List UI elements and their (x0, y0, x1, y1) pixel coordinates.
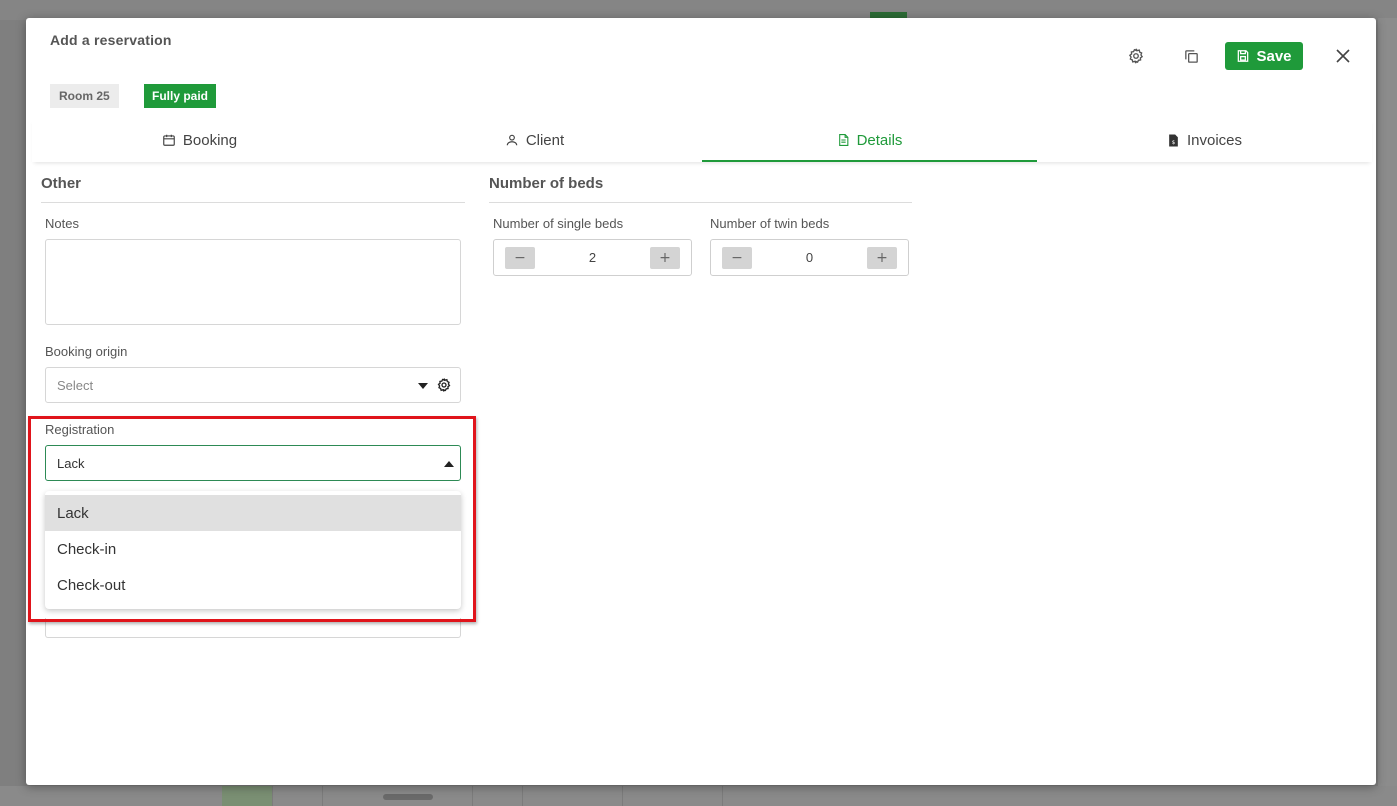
background-grid-cell (622, 786, 623, 806)
twin-beds-value[interactable]: 0 (806, 250, 813, 265)
obscured-field (45, 618, 461, 638)
option-check-out[interactable]: Check-out (45, 567, 461, 603)
option-lack[interactable]: Lack (45, 495, 461, 531)
background-grid-cell (322, 786, 323, 806)
registration-label: Registration (45, 422, 115, 437)
twin-beds-increment-button[interactable]: + (866, 246, 897, 269)
notes-textarea[interactable] (45, 239, 461, 325)
reservation-modal: Add a reservation Save Room 25 Fully pai… (26, 18, 1376, 785)
background-grid-cell (522, 786, 523, 806)
section-divider (41, 202, 465, 203)
tab-invoices-label: Invoices (1186, 131, 1243, 149)
horizontal-scrollbar[interactable] (383, 794, 433, 800)
section-divider (489, 202, 912, 203)
tab-booking-label: Booking (182, 131, 238, 149)
twin-beds-decrement-button[interactable]: − (722, 246, 752, 269)
booking-origin-select[interactable]: Select (45, 367, 461, 403)
caret-up-icon (444, 461, 454, 467)
save-button-label: Save (1256, 47, 1292, 65)
booking-origin-label: Booking origin (45, 344, 128, 359)
booking-origin-placeholder: Select (57, 377, 94, 393)
close-icon[interactable] (1333, 46, 1353, 66)
payment-status-badge: Fully paid (144, 84, 217, 108)
invoice-icon: $ (1169, 134, 1178, 146)
single-beds-label: Number of single beds (493, 216, 624, 231)
copy-icon[interactable] (1181, 46, 1201, 66)
document-icon (838, 134, 848, 146)
registration-dropdown-menu: Lack Check-in Check-out (45, 491, 461, 609)
modal-title: Add a reservation (50, 32, 172, 48)
background-grid-cell (272, 786, 273, 806)
settings-gear-icon[interactable] (1126, 46, 1146, 66)
background-calendar-footer (0, 786, 1397, 806)
single-beds-decrement-button[interactable]: − (505, 246, 535, 269)
notes-label: Notes (45, 216, 79, 231)
background-grid-cell (722, 786, 723, 806)
section-title-other: Other (41, 175, 82, 192)
background-toolbar (0, 0, 1397, 20)
user-icon (506, 134, 518, 146)
twin-beds-stepper: − 0 + (710, 239, 909, 276)
background-calendar-edge (1378, 18, 1397, 788)
gear-icon[interactable] (436, 377, 452, 393)
calendar-icon (163, 134, 175, 146)
svg-text:$: $ (1172, 139, 1175, 145)
background-grid-cell (472, 786, 473, 806)
save-button[interactable]: Save (1225, 42, 1303, 70)
twin-beds-label: Number of twin beds (710, 216, 830, 231)
tab-bar: Booking Client Details $ Invoices (32, 118, 1372, 162)
floppy-disk-icon (1238, 50, 1249, 62)
registration-selected-value: Lack (57, 455, 85, 471)
section-title-beds: Number of beds (489, 175, 604, 192)
tab-details[interactable]: Details (702, 118, 1037, 162)
single-beds-stepper: − 2 + (493, 239, 692, 276)
tab-client[interactable]: Client (367, 118, 702, 162)
tab-booking[interactable]: Booking (32, 118, 367, 162)
room-badge: Room 25 (50, 84, 119, 108)
single-beds-value[interactable]: 2 (589, 250, 596, 265)
option-check-in[interactable]: Check-in (45, 531, 461, 567)
single-beds-increment-button[interactable]: + (649, 246, 680, 269)
caret-down-icon (418, 383, 428, 389)
background-occupancy-cell (222, 786, 272, 806)
tab-invoices[interactable]: $ Invoices (1037, 118, 1372, 162)
registration-select[interactable]: Lack (45, 445, 461, 481)
tab-details-label: Details (856, 131, 903, 149)
tab-client-label: Client (525, 131, 565, 149)
